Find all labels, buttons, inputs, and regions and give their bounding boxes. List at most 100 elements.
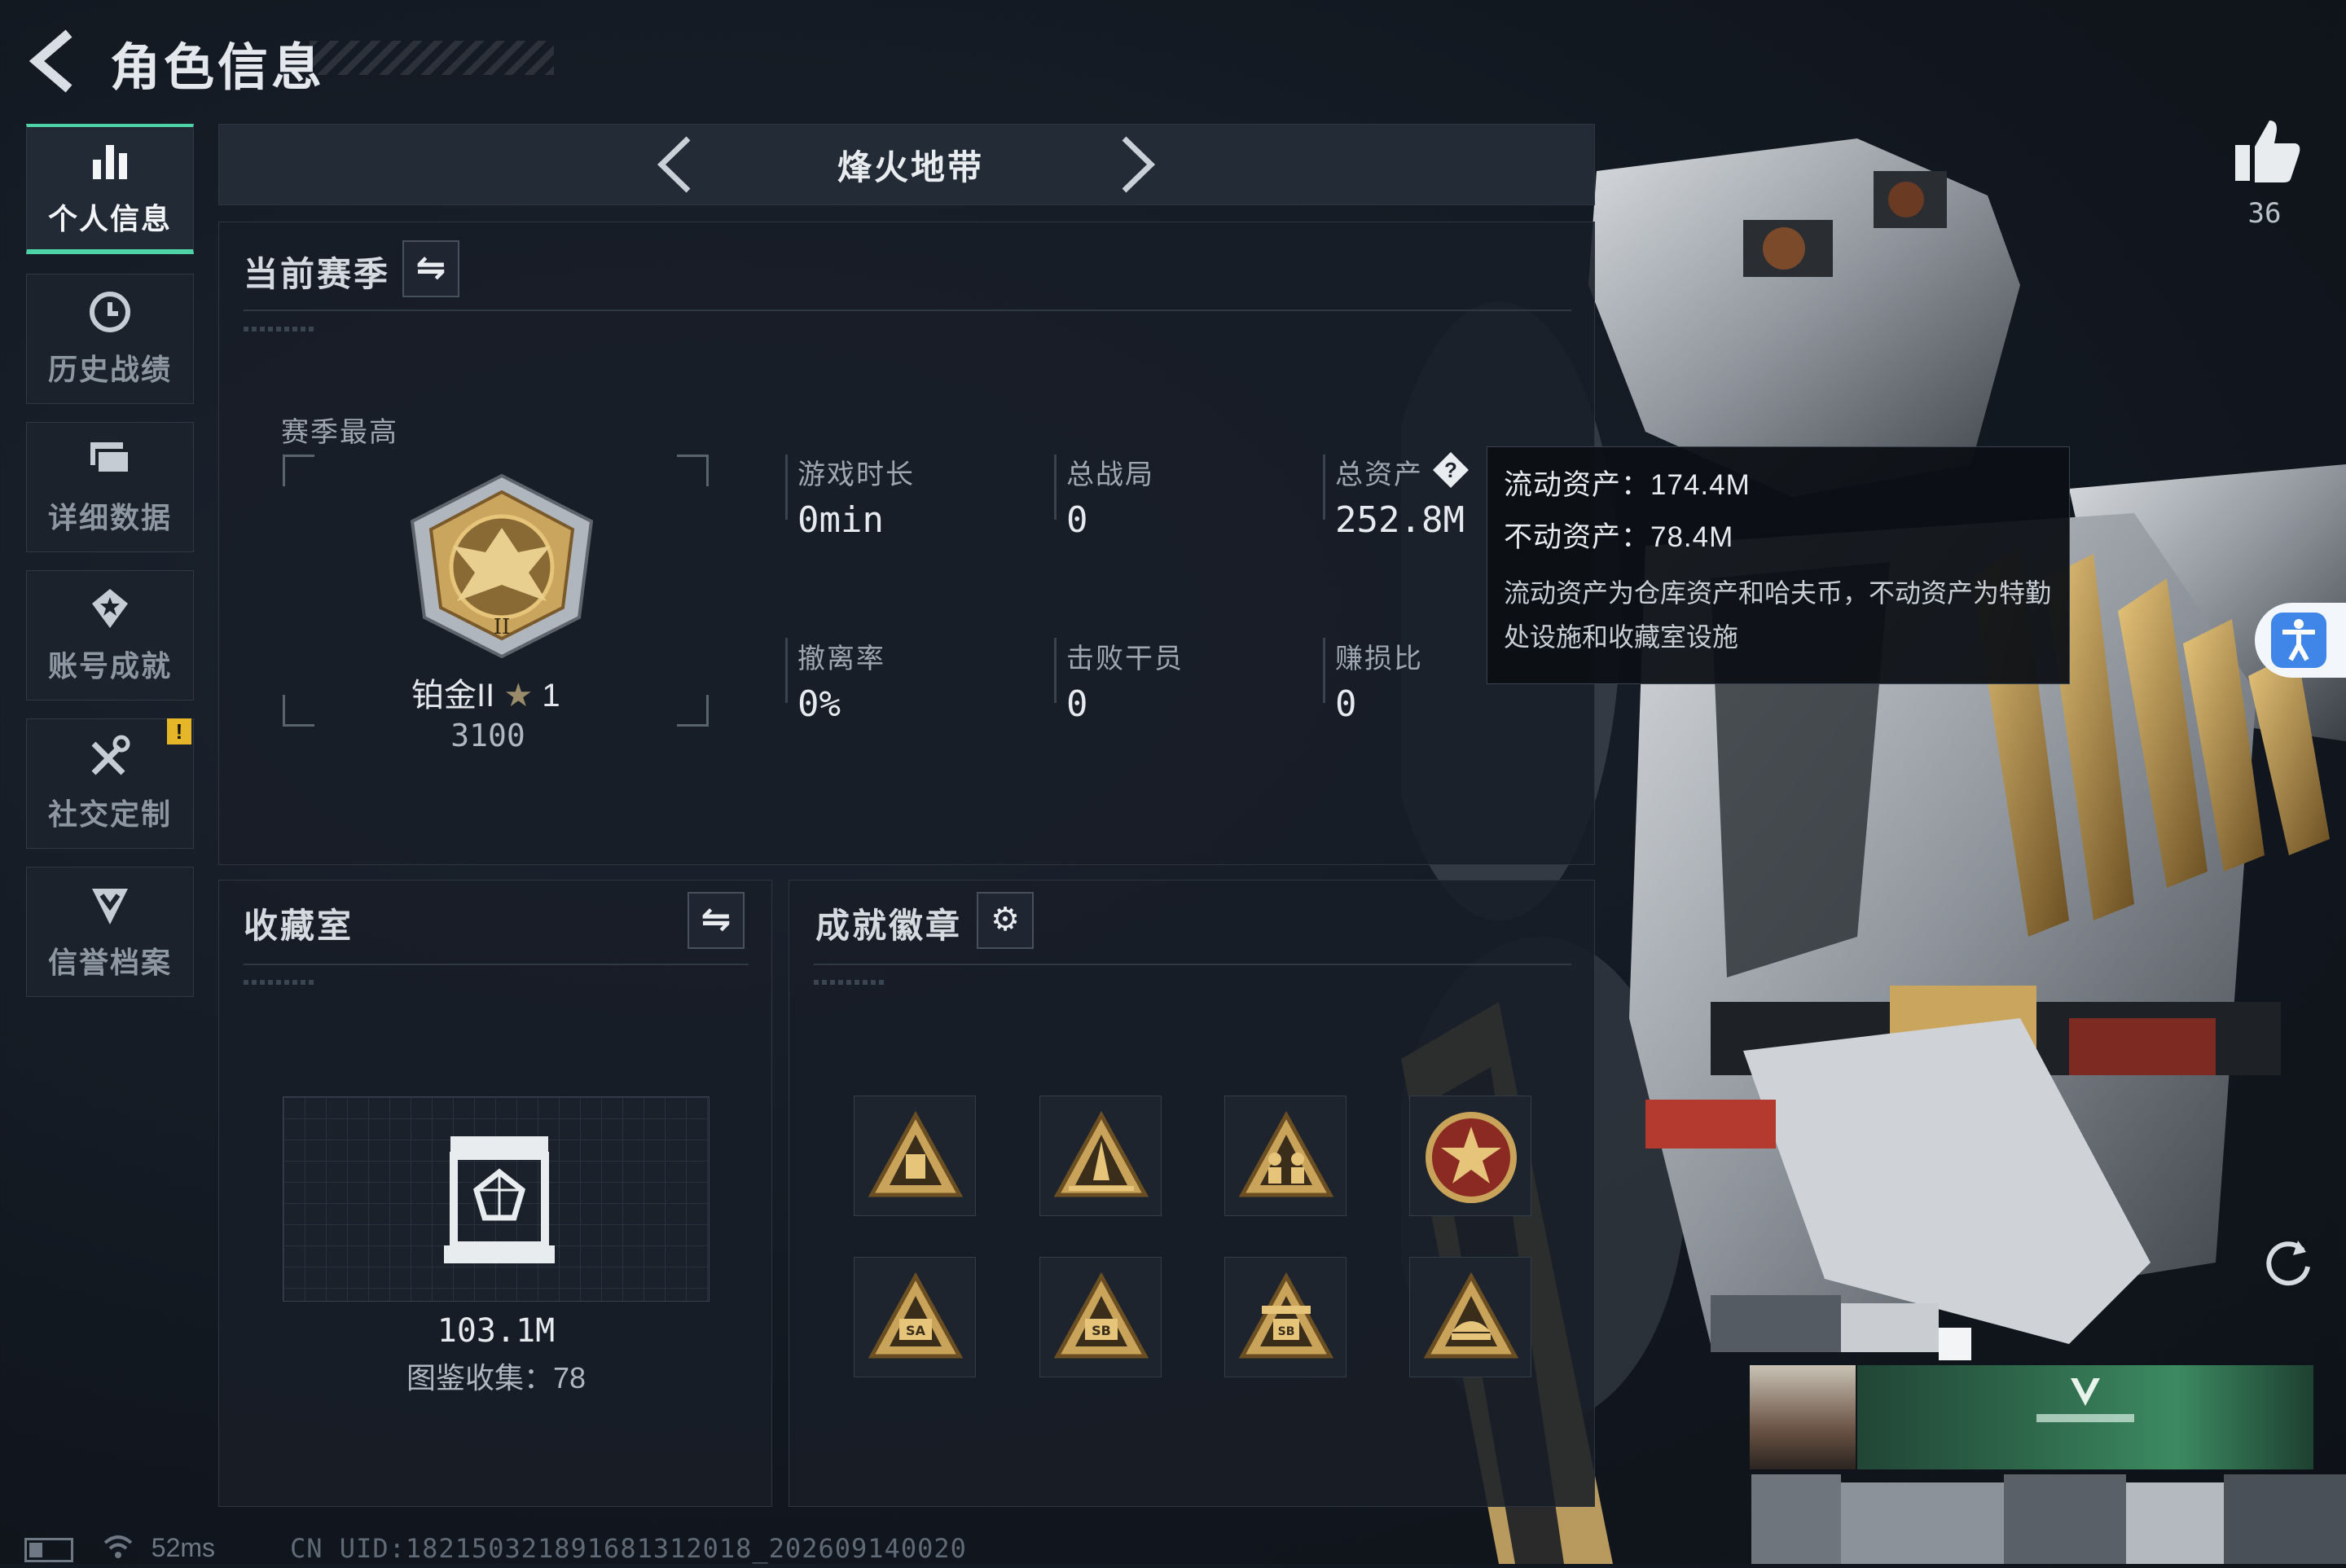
sidebar-item-history[interactable]: 历史战绩 xyxy=(26,274,194,404)
figures-triangle-badge-icon xyxy=(1238,1110,1334,1197)
collection-room-card[interactable] xyxy=(283,1096,710,1302)
catalog-count: 图鉴收集：78 xyxy=(406,1361,586,1395)
assets-description: 流动资产为仓库资产和哈夫币，不动资产为特勤处设施和收藏室设施 xyxy=(1504,578,2052,652)
mode-title: 烽火地带 xyxy=(837,148,984,187)
rank-points: 3100 xyxy=(450,718,525,753)
display-case-icon xyxy=(442,1130,556,1268)
shield-chevron-icon xyxy=(87,882,133,934)
frame-corner xyxy=(283,455,314,486)
achievement-badge[interactable]: SB xyxy=(1039,1257,1162,1377)
thumbs-up-icon[interactable] xyxy=(2230,114,2304,187)
page-title: 角色信息 xyxy=(110,40,326,96)
collection-value: 103.1M xyxy=(437,1312,556,1350)
sidebar-item-label: 社交定制 xyxy=(47,797,172,831)
rank-emblem-icon: II xyxy=(400,471,604,659)
ship-triangle-badge-icon xyxy=(1423,1272,1519,1359)
stat-separator xyxy=(785,455,788,520)
sb-triangle-badge-icon: SB xyxy=(1053,1272,1149,1359)
frame-corner xyxy=(283,695,314,727)
stat-separator xyxy=(1054,455,1057,520)
bar-chart-icon xyxy=(90,138,130,191)
battery-icon xyxy=(24,1537,73,1562)
stat-separator xyxy=(1323,638,1325,703)
assets-tooltip: 流动资产：174.4M 不动资产：78.4M 流动资产为仓库资产和哈夫币，不动资… xyxy=(1487,446,2070,684)
sub-decoration xyxy=(814,980,887,985)
censored-block xyxy=(1751,1474,1841,1564)
sub-decoration xyxy=(244,327,317,332)
kills-label: 击败干员 xyxy=(1066,643,1184,674)
swap-icon[interactable]: ⇋ xyxy=(402,240,459,297)
like-count: 36 xyxy=(2247,197,2282,230)
censored-block xyxy=(2126,1482,2224,1564)
sc-triangle-badge-icon: SB xyxy=(1238,1272,1334,1359)
season-title: 当前赛季 xyxy=(244,255,391,293)
achievement-badge[interactable] xyxy=(1224,1096,1347,1216)
swap-icon[interactable]: ⇋ xyxy=(688,892,745,949)
warning-badge: ! xyxy=(167,718,191,744)
wifi-icon xyxy=(102,1535,134,1566)
play-time-label: 游戏时长 xyxy=(797,459,915,490)
achievements-title: 成就徽章 xyxy=(815,907,963,945)
collection-title: 收藏室 xyxy=(244,907,354,945)
chevron-right-icon[interactable] xyxy=(1112,132,1161,208)
censored-block xyxy=(1841,1303,1939,1352)
sidebar-item-profile[interactable]: 个人信息 xyxy=(26,124,194,254)
sidebar-item-label: 详细数据 xyxy=(47,501,172,534)
censored-block xyxy=(1939,1328,1971,1360)
achievement-badge[interactable] xyxy=(1409,1257,1531,1377)
sidebar-item-reputation[interactable]: 信誉档案 xyxy=(26,867,194,997)
svg-text:SB: SB xyxy=(1092,1323,1111,1338)
rank-star-count: 1 xyxy=(542,678,560,714)
achievement-badge[interactable]: SB xyxy=(1224,1257,1347,1377)
censored-block xyxy=(2004,1474,2126,1564)
divider xyxy=(244,310,1571,311)
achievement-badge[interactable]: SA xyxy=(854,1257,976,1377)
sub-decoration xyxy=(244,980,317,985)
frame-corner xyxy=(677,695,709,727)
gear-icon[interactable]: ⚙ xyxy=(977,892,1034,949)
sidebar-item-label: 历史战绩 xyxy=(47,353,172,386)
total-assets-value: 252.8M xyxy=(1335,499,1465,541)
accessibility-icon xyxy=(2271,613,2326,668)
total-assets-label: 总资产 xyxy=(1335,459,1423,490)
rank-star-icon: ★ xyxy=(503,678,534,714)
rotate-icon[interactable] xyxy=(2260,1234,2317,1291)
chevron-left-icon[interactable] xyxy=(652,132,701,208)
uid-text: CN UID:182150321891681312018_20260914002… xyxy=(290,1533,967,1564)
back-arrow-icon[interactable] xyxy=(24,29,81,94)
rocket-triangle-badge-icon xyxy=(1053,1110,1149,1197)
play-time-value: 0min xyxy=(797,499,884,541)
rank-name: 铂金II xyxy=(411,678,495,714)
stacked-cards-icon xyxy=(87,437,133,490)
svg-text:SA: SA xyxy=(906,1323,926,1338)
season-peak-label: 赛季最高 xyxy=(281,417,398,448)
help-icon[interactable]: ? xyxy=(1431,450,1470,490)
star-round-badge-icon xyxy=(1426,1112,1517,1203)
divider xyxy=(814,964,1571,965)
stat-separator xyxy=(785,638,788,703)
rank-name-row: 铂金II ★ 1 xyxy=(411,669,560,716)
achievement-badge[interactable] xyxy=(1039,1096,1162,1216)
censored-block xyxy=(2224,1474,2346,1564)
clock-history-icon xyxy=(87,289,133,341)
title-decoration xyxy=(310,41,554,75)
achievement-badge[interactable] xyxy=(854,1096,976,1216)
sidebar-item-achievements[interactable]: 账号成就 xyxy=(26,570,194,701)
sidebar-item-details[interactable]: 详细数据 xyxy=(26,422,194,552)
sidebar-item-label: 信誉档案 xyxy=(47,946,172,979)
collection-panel: 收藏室 ⇋ 103.1M 图鉴收集：78 xyxy=(218,880,772,1507)
promo-banner[interactable] xyxy=(1857,1365,2313,1469)
profit-ratio-value: 0 xyxy=(1335,683,1357,725)
profit-ratio-label: 赚损比 xyxy=(1335,643,1423,674)
achievement-star-icon xyxy=(87,586,133,638)
kills-value: 0 xyxy=(1066,683,1088,725)
achievement-badge[interactable] xyxy=(1409,1096,1531,1216)
extract-rate-label: 撤离率 xyxy=(797,643,885,674)
stream-thumbnail[interactable] xyxy=(1750,1365,1856,1469)
frame-corner xyxy=(677,455,709,486)
extract-rate-value: 0% xyxy=(797,683,841,725)
gold-triangle-badge-icon xyxy=(868,1110,964,1197)
status-bar: 52ms xyxy=(24,1533,215,1566)
stat-separator xyxy=(1054,638,1057,703)
sidebar-item-label: 账号成就 xyxy=(47,649,172,683)
